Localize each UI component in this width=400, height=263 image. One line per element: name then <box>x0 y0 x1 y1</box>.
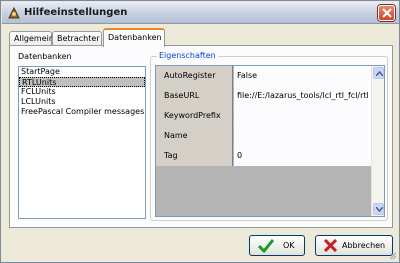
property-value[interactable]: 0 <box>234 146 372 166</box>
databases-label: Datenbanken <box>18 52 72 61</box>
property-name: Tag <box>156 146 233 166</box>
scroll-down-button[interactable] <box>373 203 384 215</box>
property-value[interactable] <box>234 126 372 146</box>
property-name: KeywordPrefix <box>156 106 233 126</box>
chevron-down-icon <box>376 207 383 212</box>
chevron-up-icon <box>376 71 383 76</box>
list-item[interactable]: FreePascal Compiler messages <box>19 107 145 117</box>
tab-betrachter[interactable]: Betrachter <box>52 31 102 46</box>
tab-allgemein[interactable]: Allgemein <box>9 31 54 46</box>
properties-caption: Eigenschaften <box>157 51 218 60</box>
dialog-window: Hilfeeinstellungen Allgemein Betrachter … <box>0 0 400 263</box>
property-grid: AutoRegister False BaseURL file://E:/laz… <box>155 65 385 217</box>
property-name: BaseURL <box>156 86 233 106</box>
title-bar[interactable]: Hilfeeinstellungen <box>2 2 399 24</box>
cancel-label: Abbrechen <box>342 241 386 250</box>
tab-datenbanken[interactable]: Datenbanken <box>103 28 165 47</box>
properties-group: Eigenschaften AutoRegister False BaseURL… <box>150 51 388 221</box>
property-row[interactable]: KeywordPrefix <box>156 106 372 126</box>
property-row[interactable]: Tag 0 <box>156 146 372 166</box>
ok-label: OK <box>283 241 295 250</box>
checkmark-icon <box>257 239 275 255</box>
tab-label: Betrachter <box>57 34 100 43</box>
app-icon <box>7 6 21 20</box>
close-button[interactable] <box>378 5 395 21</box>
tab-label: Allgemein <box>14 34 54 43</box>
vertical-scrollbar[interactable] <box>371 66 384 216</box>
window-title: Hilfeeinstellungen <box>24 7 128 18</box>
property-value[interactable]: False <box>234 66 372 86</box>
property-name: Name <box>156 126 233 146</box>
tab-panel-datenbanken: Datenbanken StartPage RTLUnits FCLUnits … <box>9 45 393 228</box>
cross-icon <box>323 238 338 254</box>
property-value[interactable]: file://E:/lazarus_tools/lcl_rtl_fcl/rtl <box>234 86 372 106</box>
ok-button[interactable]: OK <box>249 235 305 256</box>
property-name: AutoRegister <box>156 66 233 86</box>
property-row[interactable]: AutoRegister False <box>156 66 372 86</box>
databases-list[interactable]: StartPage RTLUnits FCLUnits LCLUnits Fre… <box>18 66 146 219</box>
property-row[interactable]: BaseURL file://E:/lazarus_tools/lcl_rtl_… <box>156 86 372 106</box>
list-item[interactable]: StartPage <box>19 67 145 77</box>
scroll-up-button[interactable] <box>373 67 384 79</box>
list-item[interactable]: LCLUnits <box>19 97 145 107</box>
list-item[interactable]: RTLUnits <box>19 77 145 87</box>
tab-label: Datenbanken <box>108 33 162 42</box>
list-item[interactable]: FCLUnits <box>19 87 145 97</box>
close-icon <box>382 8 392 18</box>
property-row[interactable]: Name <box>156 126 372 146</box>
cancel-button[interactable]: Abbrechen <box>315 235 393 256</box>
resize-grip-icon[interactable] <box>387 250 397 260</box>
property-value[interactable] <box>234 106 372 126</box>
